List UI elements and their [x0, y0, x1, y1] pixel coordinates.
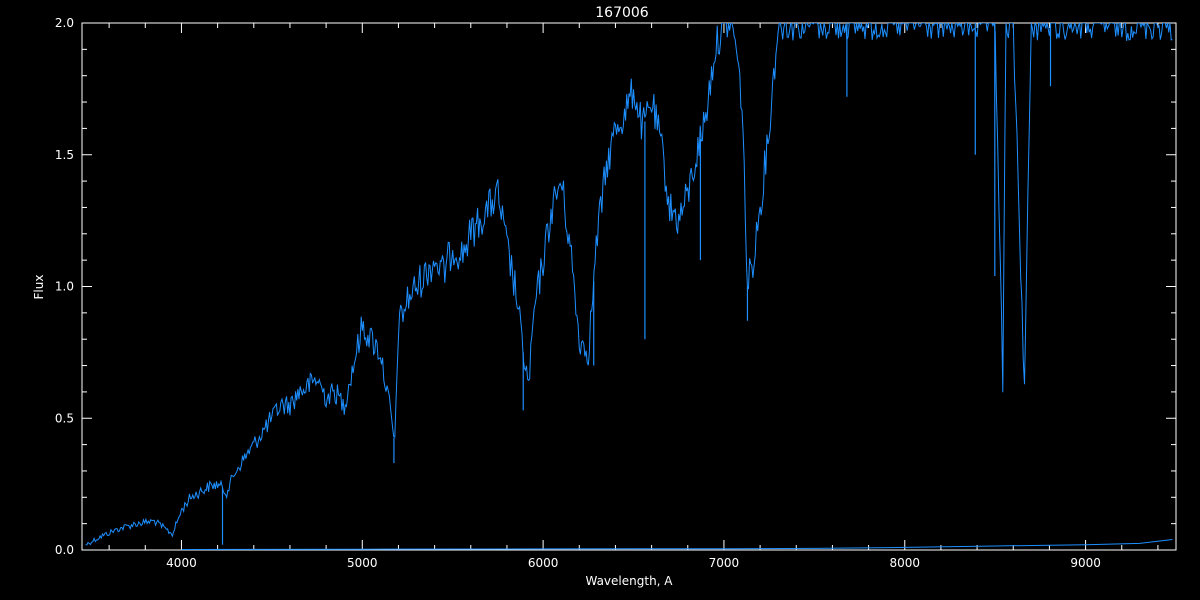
error-series-line — [181, 539, 1173, 550]
x-axis-title: Wavelength, A — [585, 574, 673, 588]
x-tick-label: 7000 — [709, 556, 740, 570]
chart-title: 167006 — [595, 5, 649, 21]
x-tick-label: 5000 — [347, 556, 378, 570]
spectrum-chart: 167006 4000 5000 6000 7000 8000 9000 0.0 0.5 1.0… — [32, 5, 1177, 588]
axis-ticks — [82, 22, 1176, 551]
y-tick-label: 1.5 — [55, 148, 74, 162]
tick-labels: 4000 5000 6000 7000 8000 9000 0.0 0.5 1.0 1.5 2.0 — [55, 16, 1101, 570]
flux-series-line — [85, 23, 1173, 546]
x-tick-label: 4000 — [166, 556, 197, 570]
y-tick-label: 1.0 — [55, 280, 74, 294]
y-tick-label: 2.0 — [55, 16, 74, 30]
y-axis-title: Flux — [32, 275, 46, 300]
x-tick-label: 6000 — [528, 556, 559, 570]
plot-frame — [81, 22, 1177, 551]
y-tick-label: 0.0 — [55, 543, 74, 557]
x-tick-label: 9000 — [1070, 556, 1101, 570]
x-tick-label: 8000 — [889, 556, 920, 570]
y-tick-label: 0.5 — [55, 411, 74, 425]
series-layer — [85, 23, 1173, 550]
